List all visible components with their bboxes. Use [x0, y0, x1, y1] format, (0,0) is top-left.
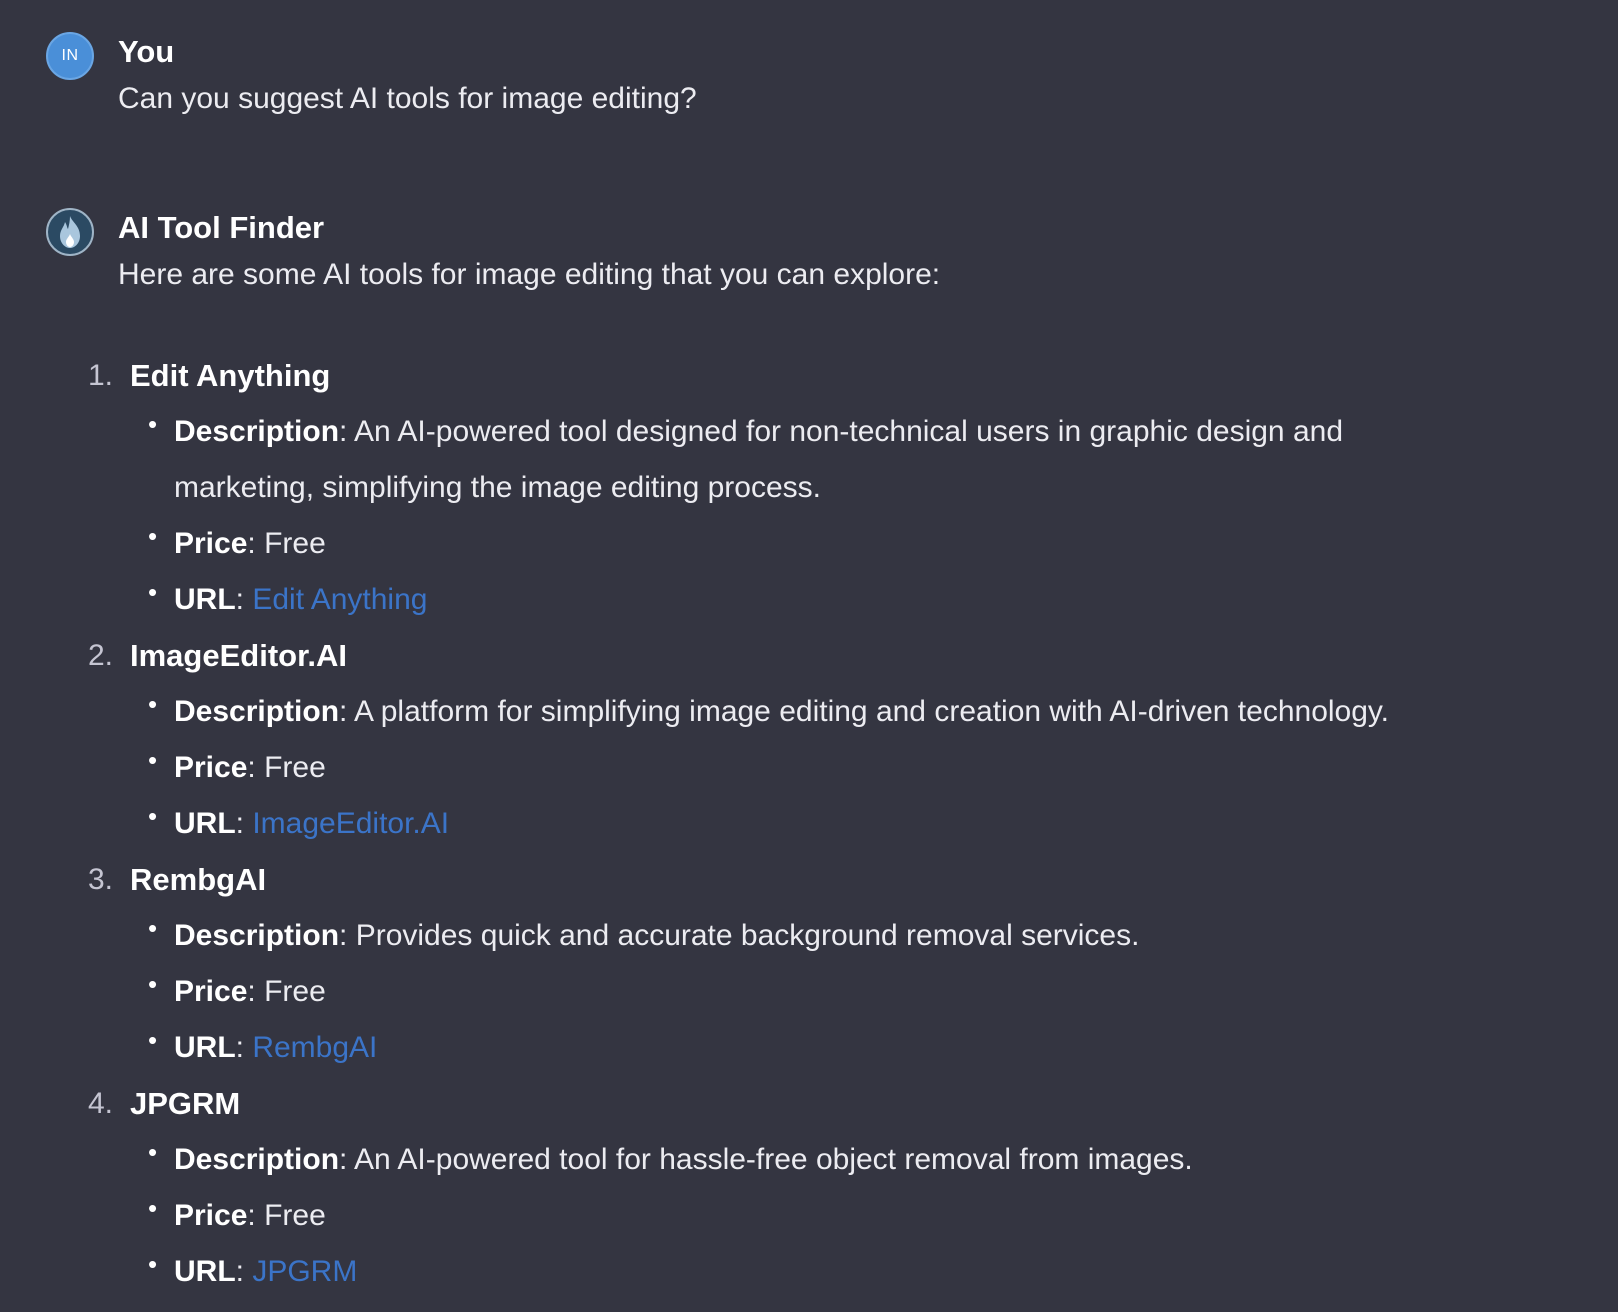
tool-description: • Description: An AI-powered tool designe…: [130, 404, 1454, 516]
user-message-text: Can you suggest AI tools for image editi…: [118, 82, 697, 115]
tool-price: • Price: Free: [130, 1188, 1560, 1244]
tool-number: 4.: [88, 1087, 114, 1120]
bullet-icon: •: [148, 1025, 158, 1055]
price-value: Free: [264, 1199, 326, 1232]
tool-price: • Price: Free: [130, 740, 1560, 796]
price-label: Price: [174, 527, 248, 560]
url-label: URL: [174, 1255, 236, 1288]
url-label: URL: [174, 1031, 236, 1064]
price-value: Free: [264, 751, 326, 784]
bullet-icon: •: [148, 745, 158, 775]
bullet-icon: •: [148, 409, 158, 439]
tool-description: • Description: A platform for simplifying…: [130, 684, 1560, 740]
tool-details: • Description: An AI-powered tool for has…: [130, 1132, 1560, 1300]
flame-icon: [60, 216, 80, 248]
description-label: Description: [174, 919, 340, 952]
tool-details: • Description: An AI-powered tool designe…: [130, 404, 1560, 628]
assistant-author-name: AI Tool Finder: [118, 210, 325, 245]
tool-item: 4. JPGRM • Description: An AI-powered too…: [0, 1076, 1560, 1300]
price-label: Price: [174, 751, 248, 784]
tool-item: 2. ImageEditor.AI • Description: A platfo…: [0, 628, 1560, 852]
bullet-icon: •: [148, 577, 158, 607]
description-text: Provides quick and accurate background r…: [355, 919, 1140, 952]
bullet-icon: •: [148, 1137, 158, 1167]
tool-name: RembgAI: [130, 862, 267, 897]
tool-description: • Description: An AI-powered tool for has…: [130, 1132, 1560, 1188]
tools-list: 1. Edit Anything • Description: An AI-pow…: [0, 348, 1560, 1300]
price-value: Free: [264, 527, 326, 560]
description-label: Description: [174, 695, 340, 728]
tool-number: 2.: [88, 639, 114, 672]
bullet-icon: •: [148, 969, 158, 999]
bullet-icon: •: [148, 689, 158, 719]
url-label: URL: [174, 807, 236, 840]
user-author-name: You: [118, 34, 175, 69]
tool-name: Edit Anything: [130, 358, 331, 393]
tool-link-edit-anything[interactable]: Edit Anything: [252, 583, 427, 616]
assistant-intro-text: Here are some AI tools for image editing…: [118, 258, 941, 291]
bullet-icon: •: [148, 913, 158, 943]
tool-url: • URL: Edit Anything: [130, 572, 1560, 628]
price-value: Free: [264, 975, 326, 1008]
price-label: Price: [174, 1199, 248, 1232]
tool-details: • Description: Provides quick and accurat…: [130, 908, 1560, 1076]
tool-name: ImageEditor.AI: [130, 638, 348, 673]
tool-url: • URL: RembgAI: [130, 1020, 1560, 1076]
tool-url: • URL: JPGRM: [130, 1244, 1560, 1300]
tool-price: • Price: Free: [130, 516, 1560, 572]
description-label: Description: [174, 1143, 340, 1176]
tool-name: JPGRM: [130, 1086, 241, 1121]
tool-link-imageeditor-ai[interactable]: ImageEditor.AI: [252, 807, 449, 840]
tool-price: • Price: Free: [130, 964, 1560, 1020]
price-label: Price: [174, 975, 248, 1008]
bullet-icon: •: [148, 521, 158, 551]
tool-details: • Description: A platform for simplifying…: [130, 684, 1560, 852]
bullet-icon: •: [148, 801, 158, 831]
tool-link-rembgai[interactable]: RembgAI: [252, 1031, 377, 1064]
description-text: A platform for simplifying image editing…: [354, 695, 1390, 728]
tool-number: 3.: [88, 863, 114, 896]
bullet-icon: •: [148, 1193, 158, 1223]
description-text: An AI-powered tool designed for non-tech…: [174, 415, 1344, 504]
bullet-icon: •: [148, 1249, 158, 1279]
description-label: Description: [174, 415, 340, 448]
description-text: An AI-powered tool for hassle-free objec…: [354, 1143, 1193, 1176]
tool-link-jpgrm[interactable]: JPGRM: [252, 1255, 357, 1288]
tool-number: 1.: [88, 359, 114, 392]
tool-url: • URL: ImageEditor.AI: [130, 796, 1560, 852]
tool-item: 3. RembgAI • Description: Provides quick …: [0, 852, 1560, 1076]
tool-item: 1. Edit Anything • Description: An AI-pow…: [0, 348, 1560, 628]
tool-description: • Description: Provides quick and accurat…: [130, 908, 1560, 964]
assistant-avatar: [46, 208, 94, 256]
url-label: URL: [174, 583, 236, 616]
user-avatar: IN: [46, 32, 94, 80]
